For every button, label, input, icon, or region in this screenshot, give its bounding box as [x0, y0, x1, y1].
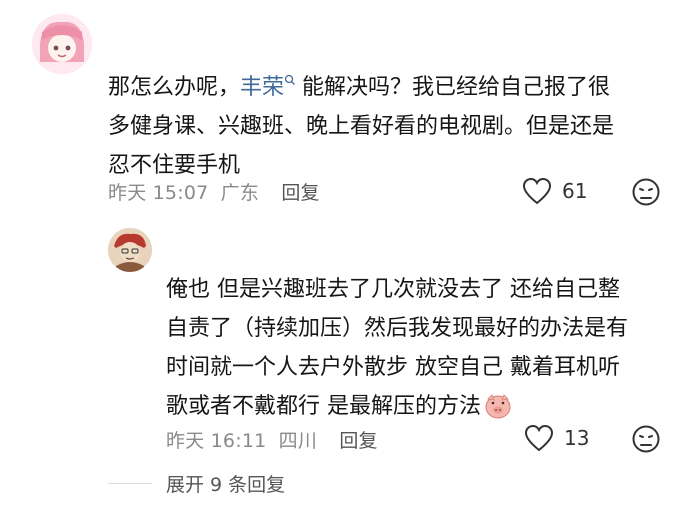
comment-1-meta: 昨天 15:07 广东 回复 [108, 178, 320, 205]
location: 四川 [278, 430, 318, 452]
mention-link[interactable]: 丰荣 [240, 75, 284, 100]
location: 广东 [220, 182, 260, 204]
reply-button[interactable]: 回复 [281, 182, 319, 204]
comment-2-line-1: 俺也 但是兴趣班去了几次就没去了 还给自己整 [166, 277, 620, 302]
like-count: 13 [564, 426, 590, 450]
pig-emoji-icon [484, 391, 512, 419]
like-button[interactable]: 61 [522, 177, 592, 207]
timestamp: 昨天 15:07 [108, 182, 209, 204]
comment-2-text: 俺也 但是兴趣班去了几次就没去了 还给自己整 自责了（持续加压）然后我发现最好的… [166, 270, 676, 426]
dislike-emoji-button[interactable] [631, 177, 661, 207]
comment-2-line-4: 歌或者不戴都行 是最解压的方法 [166, 387, 676, 426]
like-count: 61 [562, 179, 588, 203]
like-button[interactable]: 13 [524, 424, 594, 454]
comment-2-line-3: 时间就一个人去户外散步 放空自己 戴着耳机听 [166, 355, 620, 380]
comment-1-text: 那怎么办呢，丰荣 能解决吗？我已经给自己报了很 多健身课、兴趣班、晚上看好看的电视… [108, 60, 678, 185]
timestamp: 昨天 16:11 [166, 430, 267, 452]
avatar-user1[interactable] [32, 14, 92, 74]
comment-1-line-2: 多健身课、兴趣班、晚上看好看的电视剧。但是还是 [108, 114, 615, 139]
heart-icon [524, 424, 554, 452]
expand-divider [108, 483, 152, 484]
reply-button[interactable]: 回复 [339, 430, 377, 452]
frown-face-icon [631, 177, 661, 207]
comment-2-meta: 昨天 16:11 四川 回复 [166, 426, 378, 453]
dislike-emoji-button[interactable] [631, 424, 661, 454]
avatar-user2[interactable] [108, 228, 152, 272]
comment-2-line-2: 自责了（持续加压）然后我发现最好的办法是有 [166, 316, 629, 341]
frown-face-icon [631, 424, 661, 454]
expand-replies-button[interactable]: 展开 9 条回复 [166, 470, 285, 497]
search-icon [284, 60, 298, 85]
heart-icon [522, 177, 552, 205]
comment-1-line-1: 那怎么办呢，丰荣 能解决吗？我已经给自己报了很 [108, 60, 678, 107]
